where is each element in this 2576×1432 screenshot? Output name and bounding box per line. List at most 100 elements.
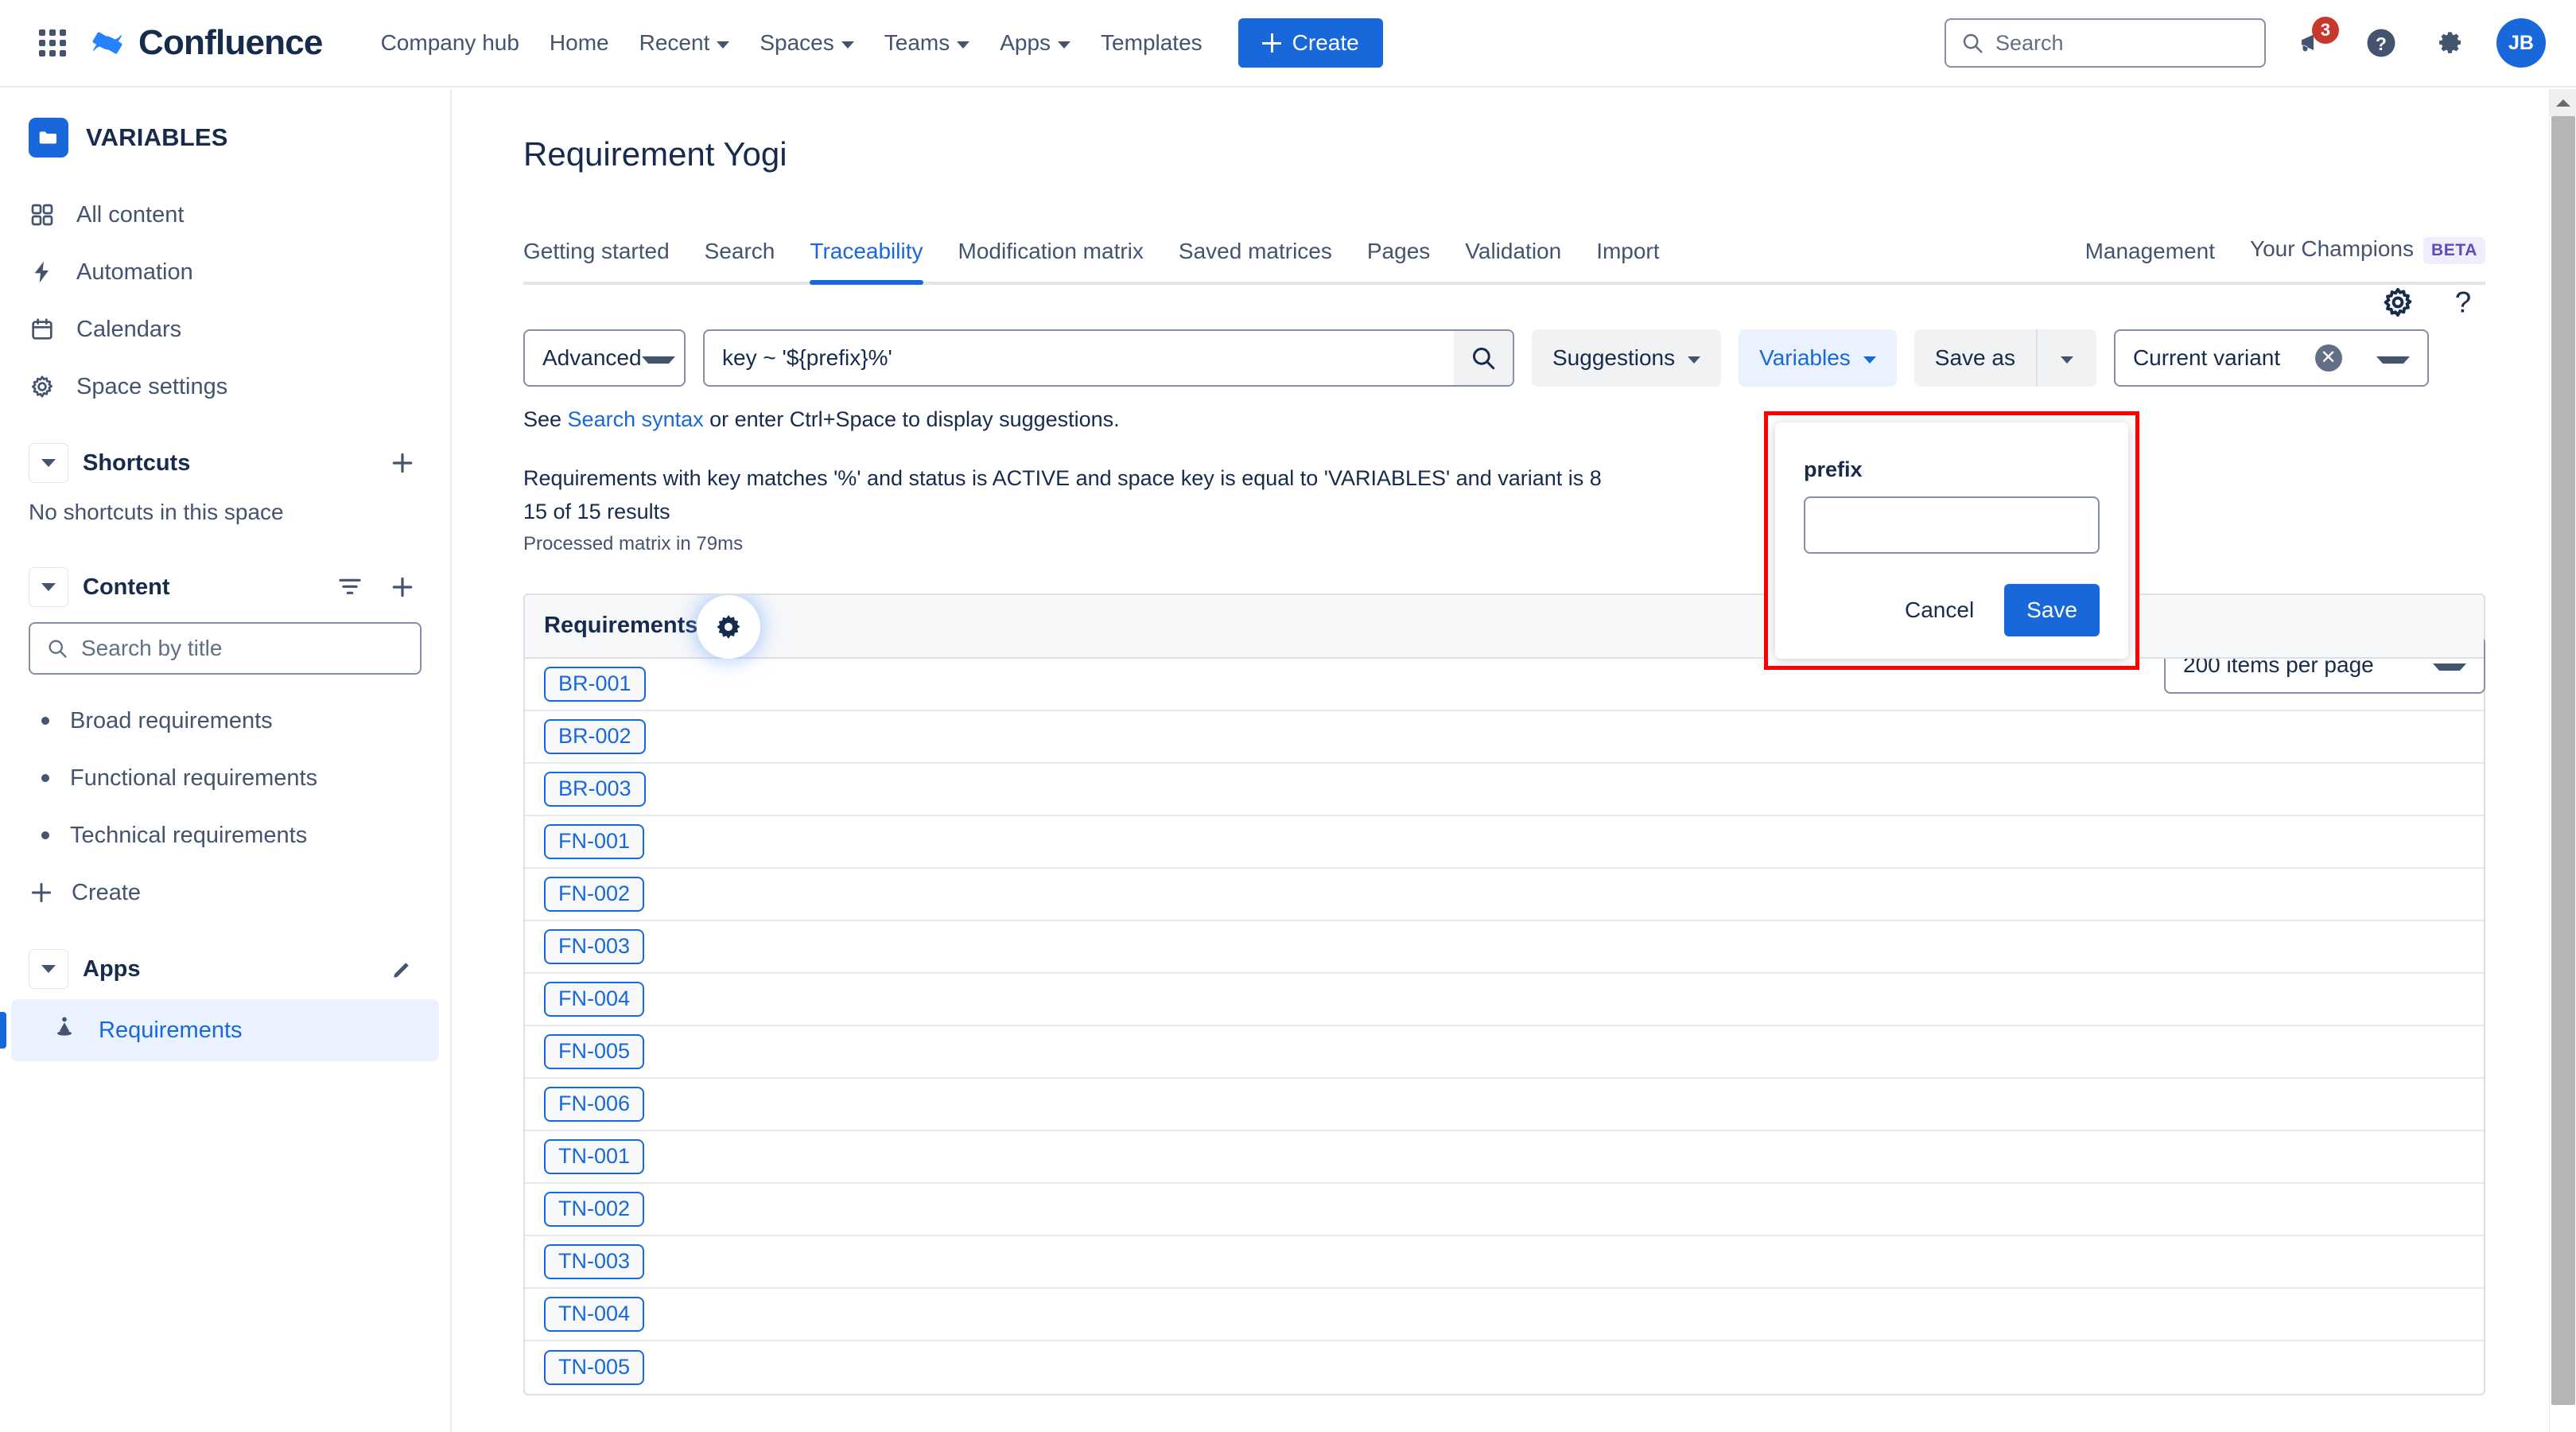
nav-link-spaces[interactable]: Spaces: [744, 19, 868, 67]
nav-link-templates[interactable]: Templates: [1086, 19, 1218, 67]
save-button[interactable]: Save: [2004, 584, 2100, 636]
settings-button[interactable]: [2426, 18, 2476, 68]
variables-button[interactable]: Variables: [1739, 329, 1897, 387]
tab-pages[interactable]: Pages: [1367, 239, 1430, 282]
requirement-chip[interactable]: TN-003: [544, 1243, 645, 1279]
requirement-chip[interactable]: BR-003: [544, 771, 646, 807]
query-input[interactable]: [705, 331, 1454, 385]
requirement-chip[interactable]: FN-003: [544, 928, 645, 964]
space-avatar-icon: [29, 118, 68, 158]
requirement-chip[interactable]: FN-005: [544, 1033, 645, 1069]
variant-select[interactable]: Current variant ✕: [2113, 329, 2429, 387]
svg-text:?: ?: [2376, 33, 2387, 54]
tab-search[interactable]: Search: [705, 239, 775, 282]
tab-modification-matrix[interactable]: Modification matrix: [958, 239, 1144, 282]
sidebar-page-broad-requirements[interactable]: Broad requirements: [0, 692, 450, 749]
requirement-chip[interactable]: TN-004: [544, 1296, 645, 1332]
content-collapse-toggle[interactable]: [29, 567, 68, 607]
content-filter-button[interactable]: [331, 568, 369, 606]
nav-link-recent[interactable]: Recent: [624, 19, 745, 67]
nav-link-teams[interactable]: Teams: [869, 19, 985, 67]
suggestions-button[interactable]: Suggestions: [1532, 329, 1722, 387]
requirement-chip[interactable]: TN-002: [544, 1191, 645, 1227]
summary-timing: Processed matrix in 79ms: [523, 532, 744, 555]
tab-import[interactable]: Import: [1596, 239, 1659, 282]
page-settings-button[interactable]: [2376, 280, 2420, 325]
requirement-chip[interactable]: FN-001: [544, 823, 645, 859]
notifications-button[interactable]: 3: [2287, 17, 2339, 68]
chevron-down-icon: [2060, 356, 2073, 364]
gear-icon: [2439, 32, 2461, 53]
run-search-button[interactable]: [1454, 331, 1513, 385]
bullet-icon: [41, 774, 49, 782]
content-search-placeholder: Search by title: [81, 636, 223, 660]
tab-management[interactable]: Management: [2085, 239, 2215, 282]
requirement-chip[interactable]: TN-001: [544, 1138, 645, 1174]
sidebar-page-label: Functional requirements: [70, 765, 318, 791]
requirement-chip[interactable]: BR-001: [544, 666, 646, 702]
sidebar-page-label: Technical requirements: [70, 822, 308, 848]
cancel-button[interactable]: Cancel: [1886, 584, 1993, 636]
clear-variant-icon[interactable]: ✕: [2314, 344, 2342, 372]
requirement-chip[interactable]: TN-005: [544, 1349, 645, 1385]
page-scrollbar[interactable]: [2549, 89, 2576, 1432]
prefix-input[interactable]: [1804, 496, 2100, 554]
content-search-input[interactable]: Search by title: [29, 622, 422, 675]
tab-label: Modification matrix: [958, 239, 1144, 263]
tab-label: Saved matrices: [1178, 239, 1332, 263]
tab-validation[interactable]: Validation: [1465, 239, 1561, 282]
sidebar-page-technical-requirements[interactable]: Technical requirements: [0, 807, 450, 864]
sidebar-page-functional-requirements[interactable]: Functional requirements: [0, 749, 450, 807]
save-as-button[interactable]: Save as: [1914, 329, 2036, 387]
requirement-chip[interactable]: BR-002: [544, 718, 646, 754]
create-button[interactable]: Create: [1237, 18, 1383, 68]
chevron-down-icon: [1863, 356, 1876, 364]
table-settings-gear-button[interactable]: [701, 599, 756, 654]
edit-apps-button[interactable]: [383, 950, 422, 988]
tab-traceability[interactable]: Traceability: [810, 239, 923, 285]
nav-link-apps[interactable]: Apps: [985, 19, 1086, 67]
nav-link-label: Templates: [1101, 30, 1203, 55]
suggestions-label: Suggestions: [1552, 345, 1676, 370]
nav-link-home[interactable]: Home: [534, 19, 624, 67]
tab-saved-matrices[interactable]: Saved matrices: [1179, 239, 1332, 282]
tab-getting-started[interactable]: Getting started: [523, 239, 670, 282]
requirement-chip[interactable]: FN-004: [544, 981, 645, 1017]
save-as-label: Save as: [1934, 345, 2015, 370]
scrollbar-thumb[interactable]: [2551, 116, 2575, 1405]
table-row: TN-002: [525, 1184, 2484, 1236]
page-help-button[interactable]: ?: [2441, 280, 2485, 325]
sidebar-item-requirements[interactable]: Requirements: [0, 999, 439, 1061]
scroll-up-button[interactable]: [2550, 89, 2576, 116]
chevron-down-icon: [2433, 663, 2466, 671]
bullet-icon: [41, 717, 49, 725]
nav-link-company-hub[interactable]: Company hub: [366, 19, 534, 67]
shortcuts-collapse-toggle[interactable]: [29, 443, 68, 483]
app-switcher-icon[interactable]: [30, 21, 75, 65]
search-syntax-link[interactable]: Search syntax: [568, 407, 704, 431]
table-row: TN-001: [525, 1131, 2484, 1184]
summary-count: 15 of 15 results: [523, 499, 670, 523]
space-header[interactable]: VARIABLES: [0, 118, 450, 158]
global-search-input[interactable]: Search: [1945, 18, 2266, 68]
sidebar-item-calendars[interactable]: Calendars: [0, 301, 450, 358]
requirement-chip[interactable]: FN-006: [544, 1086, 645, 1122]
requirement-chip[interactable]: FN-002: [544, 876, 645, 912]
save-as-dropdown-toggle[interactable]: [2035, 329, 2096, 387]
sidebar-item-automation[interactable]: Automation: [0, 243, 450, 301]
sidebar-create-page-button[interactable]: Create: [0, 864, 450, 921]
search-syntax-hint: See Search syntax or enter Ctrl+Space to…: [523, 407, 2485, 432]
sidebar-item-all-content[interactable]: All content: [0, 186, 450, 243]
help-button[interactable]: ?: [2356, 18, 2406, 68]
content-add-button[interactable]: [383, 568, 422, 606]
tab-your-champions[interactable]: Your Champions BETA: [2250, 236, 2485, 282]
apps-collapse-toggle[interactable]: [29, 949, 68, 989]
sidebar-item-space-settings[interactable]: Space settings: [0, 358, 450, 415]
tab-label: Management: [2085, 239, 2215, 263]
table-row: FN-001: [525, 816, 2484, 869]
search-mode-select[interactable]: Advanced: [523, 329, 686, 387]
user-avatar[interactable]: JB: [2496, 18, 2546, 68]
add-shortcut-button[interactable]: [383, 444, 422, 482]
chevron-down-icon: [1058, 41, 1071, 49]
confluence-logo-link[interactable]: Confluence: [89, 23, 323, 63]
